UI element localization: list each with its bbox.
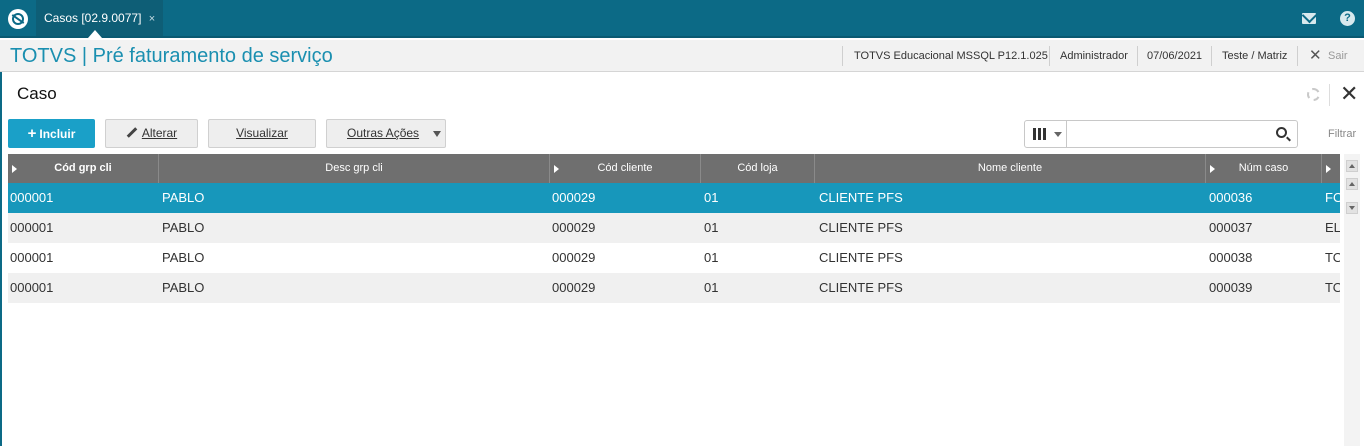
table-row[interactable]: 000001 PABLO 000029 01 CLIENTE PFS 00003… xyxy=(8,213,1340,243)
column-header-cod-cliente[interactable]: Cód cliente xyxy=(550,154,701,183)
search-icon[interactable] xyxy=(1276,127,1287,138)
cell-cod-grp-cli: 000001 xyxy=(10,250,54,265)
app-window: Casos [02.9.0077] × ? TOTVS | Pré fatura… xyxy=(0,0,1364,446)
grid-header: Cód grp cli Desc grp cli Cód cliente Cód… xyxy=(8,154,1340,183)
search-box xyxy=(1024,120,1298,148)
cases-grid: Cód grp cli Desc grp cli Cód cliente Cód… xyxy=(8,154,1340,446)
divider xyxy=(1137,46,1138,66)
cell-next: TO xyxy=(1325,250,1340,265)
cell-cod-loja: 01 xyxy=(704,220,719,235)
cell-cod-loja: 01 xyxy=(704,250,719,265)
close-icon[interactable]: ✕ xyxy=(1309,46,1322,64)
column-header-next[interactable] xyxy=(1322,154,1340,183)
cell-cod-cliente: 000029 xyxy=(552,190,596,205)
outras-acoes-label: Outras Ações xyxy=(347,126,420,140)
divider xyxy=(1297,46,1298,66)
sort-arrow-icon xyxy=(12,165,17,173)
cell-next: ELI xyxy=(1325,220,1340,235)
divider xyxy=(842,46,843,66)
visualizar-label: Visualizar xyxy=(236,126,288,140)
cell-cod-loja: 01 xyxy=(704,280,719,295)
scroll-top-icon[interactable] xyxy=(1346,160,1358,172)
column-header-desc-grp-cli[interactable]: Desc grp cli xyxy=(159,154,550,183)
gear-icon[interactable] xyxy=(1307,88,1320,101)
active-tab-indicator xyxy=(88,30,102,38)
pencil-icon xyxy=(126,127,138,139)
cell-desc-grp-cli: PABLO xyxy=(162,280,205,295)
chevron-down-icon xyxy=(1054,132,1062,137)
cell-desc-grp-cli: PABLO xyxy=(162,250,205,265)
tab-label: Casos [02.9.0077] xyxy=(44,11,142,25)
cell-desc-grp-cli: PABLO xyxy=(162,220,205,235)
cell-nome-cliente: CLIENTE PFS xyxy=(819,220,903,235)
help-icon[interactable]: ? xyxy=(1340,11,1355,26)
system-date: 07/06/2021 xyxy=(1147,50,1203,62)
cell-cod-grp-cli: 000001 xyxy=(10,280,54,295)
cell-cod-grp-cli: 000001 xyxy=(10,190,54,205)
column-header-nome-cliente[interactable]: Nome cliente xyxy=(815,154,1206,183)
incluir-label: Incluir xyxy=(39,127,76,141)
chevron-down-icon xyxy=(433,131,441,137)
cell-num-caso: 000038 xyxy=(1209,250,1253,265)
user-name: Administrador xyxy=(1060,50,1128,62)
column-header-cod-grp-cli[interactable]: Cód grp cli xyxy=(8,154,159,183)
cell-num-caso: 000039 xyxy=(1209,280,1253,295)
search-input[interactable] xyxy=(1069,122,1269,146)
cell-nome-cliente: CLIENTE PFS xyxy=(819,190,903,205)
cell-num-caso: 000037 xyxy=(1209,220,1253,235)
columns-icon xyxy=(1033,128,1047,140)
cell-cod-cliente: 000029 xyxy=(552,220,596,235)
cell-next: TO xyxy=(1325,280,1340,295)
scroll-up-icon[interactable] xyxy=(1346,178,1358,190)
divider xyxy=(1049,46,1050,66)
cell-desc-grp-cli: PABLO xyxy=(162,190,205,205)
cell-cod-loja: 01 xyxy=(704,190,719,205)
divider xyxy=(1329,84,1330,106)
cell-cod-cliente: 000029 xyxy=(552,250,596,265)
title-bar: TOTVS | Pré faturamento de serviço TOTVS… xyxy=(0,40,1364,72)
scroll-down-icon[interactable] xyxy=(1346,202,1358,214)
alterar-label: Alterar xyxy=(141,126,178,140)
branch-info: Teste / Matriz xyxy=(1222,50,1288,62)
filtrar-link[interactable]: Filtrar xyxy=(1328,128,1356,140)
cell-nome-cliente: CLIENTE PFS xyxy=(819,280,903,295)
sort-arrow-icon xyxy=(1326,165,1331,173)
column-header-cod-loja[interactable]: Cód loja xyxy=(701,154,815,183)
left-accent-line xyxy=(0,72,2,446)
column-selector[interactable] xyxy=(1025,121,1067,147)
page-title: Caso xyxy=(17,84,57,103)
cell-nome-cliente: CLIENTE PFS xyxy=(819,250,903,265)
column-header-num-caso[interactable]: Núm caso xyxy=(1206,154,1322,183)
cell-next: FO xyxy=(1325,190,1340,205)
tab-close-icon[interactable]: × xyxy=(149,13,155,25)
totvs-logo-icon[interactable] xyxy=(8,9,28,29)
cell-num-caso: 000036 xyxy=(1209,190,1253,205)
sort-arrow-icon xyxy=(1210,165,1215,173)
visualizar-button[interactable]: Visualizar xyxy=(208,119,316,148)
incluir-button[interactable]: + Incluir xyxy=(8,119,95,148)
cell-cod-grp-cli: 000001 xyxy=(10,220,54,235)
outras-acoes-button[interactable]: Outras Ações xyxy=(326,119,446,148)
table-row[interactable]: 000001 PABLO 000029 01 CLIENTE PFS 00003… xyxy=(8,273,1340,303)
alterar-button[interactable]: Alterar xyxy=(105,119,198,148)
plus-icon: + xyxy=(27,125,37,142)
cell-cod-cliente: 000029 xyxy=(552,280,596,295)
exit-button[interactable]: Sair xyxy=(1328,50,1348,62)
mail-icon[interactable] xyxy=(1302,13,1316,24)
table-row[interactable]: 000001 PABLO 000029 01 CLIENTE PFS 00003… xyxy=(8,183,1340,213)
vertical-scrollbar[interactable] xyxy=(1344,154,1360,446)
top-bar: Casos [02.9.0077] × ? xyxy=(0,0,1364,38)
close-page-icon[interactable]: ✕ xyxy=(1340,82,1358,106)
table-row[interactable]: 000001 PABLO 000029 01 CLIENTE PFS 00003… xyxy=(8,243,1340,273)
divider xyxy=(1211,46,1212,66)
app-title: TOTVS | Pré faturamento de serviço xyxy=(10,45,333,67)
environment-info: TOTVS Educacional MSSQL P12.1.025 xyxy=(854,50,1048,62)
sort-arrow-icon xyxy=(554,165,559,173)
